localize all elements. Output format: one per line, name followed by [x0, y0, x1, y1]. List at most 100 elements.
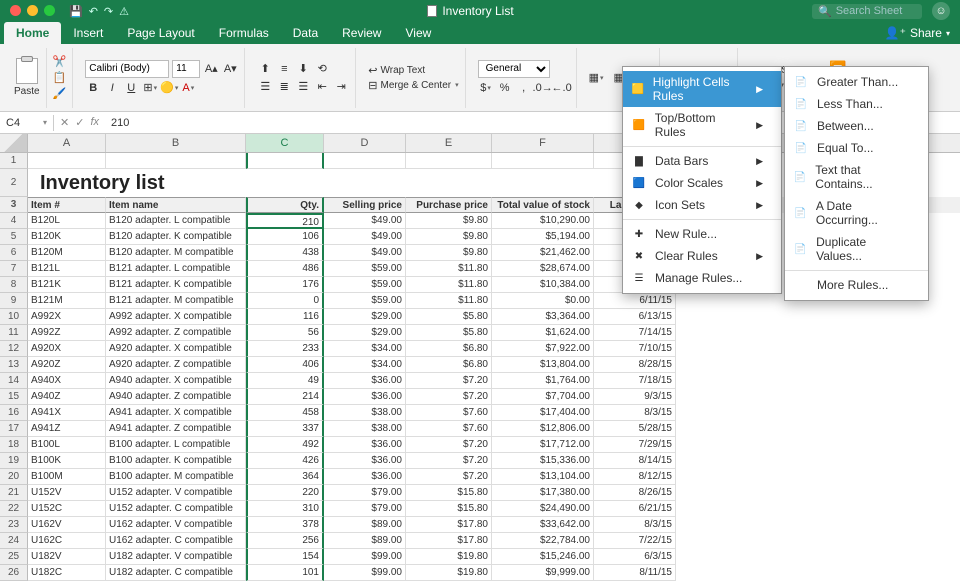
- cell[interactable]: $7.20: [406, 453, 492, 469]
- cell[interactable]: 56: [246, 325, 324, 341]
- cell[interactable]: A992 adapter. Z compatible: [106, 325, 246, 341]
- cell[interactable]: $59.00: [324, 293, 406, 309]
- cell[interactable]: $9.80: [406, 245, 492, 261]
- cell[interactable]: B121K: [28, 277, 106, 293]
- cell[interactable]: 7/29/15: [594, 437, 676, 453]
- cell[interactable]: A940 adapter. Z compatible: [106, 389, 246, 405]
- cell[interactable]: U182 adapter. V compatible: [106, 549, 246, 565]
- table-header[interactable]: Item #: [28, 197, 106, 213]
- wrap-text-icon[interactable]: ↩: [368, 64, 377, 77]
- cell[interactable]: 492: [246, 437, 324, 453]
- row-header[interactable]: 25: [0, 549, 28, 565]
- cell[interactable]: $34.00: [324, 341, 406, 357]
- cell[interactable]: 5/28/15: [594, 421, 676, 437]
- cell[interactable]: A940X: [28, 373, 106, 389]
- menu-item[interactable]: ☰Manage Rules...: [623, 267, 781, 289]
- cell[interactable]: A920 adapter. X compatible: [106, 341, 246, 357]
- cell[interactable]: $15,336.00: [492, 453, 594, 469]
- cell[interactable]: 7/14/15: [594, 325, 676, 341]
- search-input[interactable]: 🔍 Search Sheet: [812, 4, 922, 19]
- cell[interactable]: $13,804.00: [492, 357, 594, 373]
- row-header[interactable]: 3: [0, 197, 28, 213]
- cell[interactable]: $36.00: [324, 437, 406, 453]
- menu-item[interactable]: 📄Duplicate Values...: [785, 231, 928, 267]
- cell[interactable]: B121 adapter. K compatible: [106, 277, 246, 293]
- cell[interactable]: 378: [246, 517, 324, 533]
- cell[interactable]: 256: [246, 533, 324, 549]
- cell[interactable]: 7/22/15: [594, 533, 676, 549]
- menu-item[interactable]: 📄A Date Occurring...: [785, 195, 928, 231]
- row-header[interactable]: 9: [0, 293, 28, 309]
- cell[interactable]: $11.80: [406, 293, 492, 309]
- row-header[interactable]: 10: [0, 309, 28, 325]
- name-box[interactable]: C4▾: [0, 115, 54, 131]
- zoom-window-button[interactable]: [44, 5, 55, 16]
- cell[interactable]: A992 adapter. X compatible: [106, 309, 246, 325]
- menu-item[interactable]: 📄Less Than...: [785, 93, 928, 115]
- cell[interactable]: U182 adapter. C compatible: [106, 565, 246, 581]
- cell[interactable]: $38.00: [324, 421, 406, 437]
- tab-insert[interactable]: Insert: [61, 22, 115, 44]
- align-center-icon[interactable]: ≣: [276, 79, 292, 95]
- cell[interactable]: $59.00: [324, 277, 406, 293]
- fill-color-button[interactable]: 🟡▾: [161, 80, 177, 96]
- fx-icon[interactable]: fx: [90, 116, 99, 129]
- cell[interactable]: $6.80: [406, 357, 492, 373]
- tab-formulas[interactable]: Formulas: [207, 22, 281, 44]
- menu-item[interactable]: ◆Icon Sets▶: [623, 194, 781, 216]
- cell[interactable]: 438: [246, 245, 324, 261]
- row-header[interactable]: 24: [0, 533, 28, 549]
- cell[interactable]: $3,364.00: [492, 309, 594, 325]
- cell[interactable]: B120 adapter. M compatible: [106, 245, 246, 261]
- row-header[interactable]: 4: [0, 213, 28, 229]
- cut-icon[interactable]: ✂️: [53, 55, 67, 68]
- cell[interactable]: $21,462.00: [492, 245, 594, 261]
- cell[interactable]: $7,704.00: [492, 389, 594, 405]
- cell[interactable]: $7,922.00: [492, 341, 594, 357]
- cell[interactable]: 214: [246, 389, 324, 405]
- cell[interactable]: $6.80: [406, 341, 492, 357]
- cell[interactable]: 106: [246, 229, 324, 245]
- cell[interactable]: $10,290.00: [492, 213, 594, 229]
- cell[interactable]: $36.00: [324, 373, 406, 389]
- cell[interactable]: 8/3/15: [594, 517, 676, 533]
- menu-item[interactable]: 🟨Highlight Cells Rules▶: [623, 71, 781, 107]
- cell[interactable]: 310: [246, 501, 324, 517]
- cell[interactable]: $49.00: [324, 229, 406, 245]
- cell[interactable]: B120 adapter. L compatible: [106, 213, 246, 229]
- align-middle-icon[interactable]: ≡: [276, 61, 292, 77]
- menu-item[interactable]: ▇Data Bars▶: [623, 150, 781, 172]
- row-header[interactable]: 26: [0, 565, 28, 581]
- cell[interactable]: B120M: [28, 245, 106, 261]
- row-header[interactable]: 7: [0, 261, 28, 277]
- font-color-button[interactable]: A▾: [180, 80, 196, 96]
- cell[interactable]: 8/26/15: [594, 485, 676, 501]
- cell[interactable]: $33,642.00: [492, 517, 594, 533]
- cell[interactable]: $79.00: [324, 501, 406, 517]
- cell[interactable]: $28,674.00: [492, 261, 594, 277]
- cell[interactable]: 0: [246, 293, 324, 309]
- cell[interactable]: 220: [246, 485, 324, 501]
- cell[interactable]: $19.80: [406, 549, 492, 565]
- align-right-icon[interactable]: ☰: [295, 79, 311, 95]
- cell[interactable]: A941X: [28, 405, 106, 421]
- cell[interactable]: $17,712.00: [492, 437, 594, 453]
- cell[interactable]: B121L: [28, 261, 106, 277]
- menu-item[interactable]: More Rules...: [785, 274, 928, 296]
- paste-button[interactable]: Paste: [14, 58, 40, 97]
- cell[interactable]: $36.00: [324, 453, 406, 469]
- cell[interactable]: 7/18/15: [594, 373, 676, 389]
- indent-left-icon[interactable]: ⇤: [314, 79, 330, 95]
- share-button[interactable]: 👤⁺ Share ▾: [875, 22, 960, 44]
- percent-icon[interactable]: %: [497, 80, 513, 96]
- cell[interactable]: B120L: [28, 213, 106, 229]
- cell[interactable]: A941 adapter. X compatible: [106, 405, 246, 421]
- row-header[interactable]: 2: [0, 169, 28, 197]
- cell[interactable]: 210: [246, 213, 324, 229]
- row-header[interactable]: 17: [0, 421, 28, 437]
- cell[interactable]: $15.80: [406, 485, 492, 501]
- font-name-select[interactable]: [85, 60, 169, 78]
- cell[interactable]: $7.60: [406, 421, 492, 437]
- cell[interactable]: $0.00: [492, 293, 594, 309]
- cell[interactable]: $89.00: [324, 533, 406, 549]
